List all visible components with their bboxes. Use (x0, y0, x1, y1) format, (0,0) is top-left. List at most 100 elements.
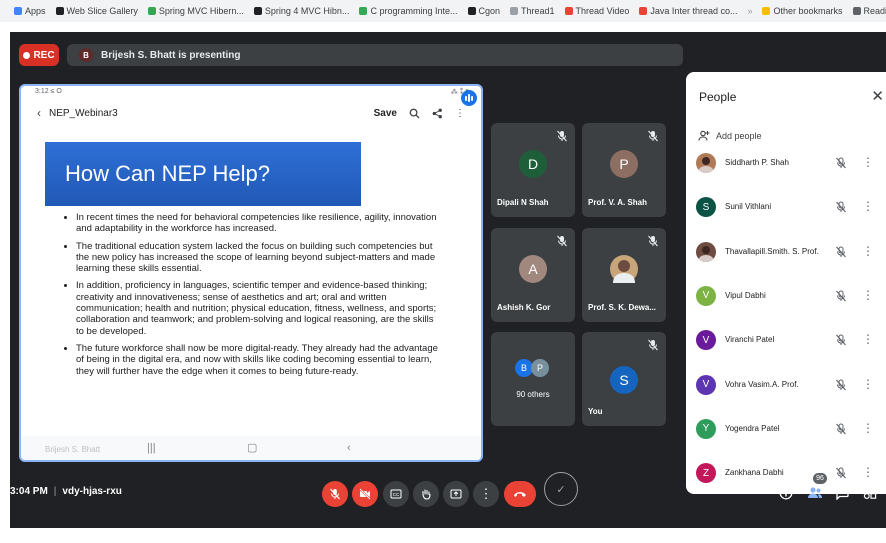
more-vert-icon: ⋮ (479, 486, 493, 501)
taskbar-strip (0, 528, 886, 543)
bookmark-item[interactable]: Spring MVC Hibern... (147, 6, 244, 16)
participant-tile[interactable]: Prof. S. K. Dewa... (582, 228, 666, 322)
bookmark-item[interactable]: C programming Inte... (359, 6, 458, 16)
document-title: NEP_Webinar3 (49, 107, 118, 119)
record-dot-icon (23, 51, 31, 59)
more-options-icon[interactable]: ⋮ (862, 421, 874, 435)
leave-call-button[interactable] (504, 481, 536, 507)
participant-tile[interactable]: P Prof. V. A. Shah (582, 123, 666, 217)
raise-hand-button[interactable] (413, 481, 439, 507)
bookmark-label: C programming Inte... (370, 6, 458, 16)
people-panel: People ✕ Add people Siddharth P. Shah ⋮ S S… (686, 72, 886, 494)
participant-name: Viranchi Patel (725, 335, 775, 345)
present-button[interactable] (443, 481, 469, 507)
meeting-time: 3:04 PM (10, 486, 48, 497)
bookmark-label: Cgon (478, 6, 501, 16)
chat-button[interactable] (834, 485, 850, 501)
participant-row[interactable]: V Viranchi Patel ⋮ (686, 325, 886, 355)
save-button: Save (373, 107, 397, 119)
avatar (610, 255, 638, 283)
mic-toggle-button[interactable] (322, 481, 348, 507)
bookmark-icon (510, 7, 519, 15)
participant-tile[interactable]: D Dipali N Shah (491, 123, 575, 217)
back-nav-icon: ‹ (347, 442, 351, 454)
add-people-button[interactable]: Add people (698, 130, 762, 142)
participant-tile[interactable]: B P 90 others (491, 332, 575, 426)
slide: How Can NEP Help? In recent times the ne… (43, 128, 459, 434)
participant-row[interactable]: Z Zankhana Dabhi ⋮ (686, 458, 886, 488)
shared-screen: 3:12 ≤ O ⁂ ⁑ ▮ ‹ NEP_Webinar3 Save ⋮ How… (19, 84, 483, 462)
avatar: V (696, 285, 716, 306)
participant-row[interactable]: Y Yogendra Patel ⋮ (686, 414, 886, 444)
more-options-icon[interactable]: ⋮ (862, 244, 874, 258)
bookmark-icon (639, 7, 648, 15)
mic-off-icon[interactable] (834, 156, 848, 170)
app-bar: ‹ NEP_Webinar3 Save ⋮ (21, 102, 481, 124)
bookmark-item[interactable]: Spring 4 MVC Hibn... (253, 6, 350, 16)
people-title: People (699, 90, 737, 104)
more-bookmarks-icon[interactable]: » (747, 6, 752, 16)
participant-tile[interactable]: S You (582, 332, 666, 426)
other-bookmarks-button[interactable]: Other bookmarks (762, 6, 843, 16)
recording-badge: REC (19, 44, 59, 66)
more-options-icon[interactable]: ⋮ (862, 288, 874, 302)
mic-off-icon[interactable] (834, 200, 848, 214)
participant-row[interactable]: V Vohra Vasim.A. Prof. ⋮ (686, 370, 886, 400)
activities-button[interactable] (862, 485, 878, 501)
participant-row[interactable]: Siddharth P. Shah ⋮ (686, 148, 886, 178)
mic-off-icon[interactable] (834, 378, 848, 392)
people-button[interactable] (807, 485, 823, 501)
mic-off-icon[interactable] (834, 333, 848, 347)
bookmarks-bar: Apps Web Slice Gallery Spring MVC Hibern..… (0, 0, 886, 22)
more-options-button[interactable]: ⋮ (473, 481, 499, 507)
close-icon[interactable]: ✕ (871, 87, 884, 105)
participant-name: Dipali N Shah (497, 198, 549, 207)
participant-name: Ashish K. Gor (497, 303, 551, 312)
folder-icon (762, 7, 771, 15)
more-options-icon[interactable]: ⋮ (862, 155, 874, 169)
mic-off-icon[interactable] (834, 245, 848, 259)
camera-toggle-button[interactable] (352, 481, 378, 507)
more-options-icon[interactable]: ⋮ (862, 377, 874, 391)
bookmark-item[interactable]: Java Inter thread co... (639, 6, 737, 16)
mic-off-icon[interactable] (834, 422, 848, 436)
bookmark-label: Thread1 (521, 6, 555, 16)
participant-name: Zankhana Dabhi (725, 468, 784, 478)
bookmark-item[interactable]: Thread1 (510, 6, 555, 16)
info-button[interactable] (778, 485, 794, 501)
slide-bullet: In addition, proficiency in languages, s… (76, 280, 443, 336)
bookmark-icon (55, 7, 64, 15)
reading-list-label: Reading list (863, 6, 886, 16)
more-vert-icon: ⋮ (455, 107, 465, 119)
mic-off-icon[interactable] (834, 466, 848, 480)
bookmark-item[interactable]: Thread Video (564, 6, 629, 16)
meet-window: REC B Brijesh S. Bhatt is presenting 3:1… (10, 32, 886, 528)
reading-list-button[interactable]: Reading list (852, 6, 886, 16)
captions-button[interactable]: CC (383, 481, 409, 507)
separator: | (53, 486, 57, 497)
bookmark-label: Java Inter thread co... (650, 6, 738, 16)
avatar: Y (696, 418, 716, 439)
participant-row[interactable]: V Vipul Dabhi ⋮ (686, 281, 886, 311)
more-options-icon[interactable]: ⋮ (862, 465, 874, 479)
bookmark-label: Spring 4 MVC Hibn... (264, 6, 350, 16)
participant-tile[interactable]: A Ashish K. Gor (491, 228, 575, 322)
participant-row[interactable]: Thavallapill.Smith. S. Prof. ⋮ (686, 237, 886, 267)
participant-name: Thavallapill.Smith. S. Prof. (725, 246, 819, 256)
add-people-label: Add people (716, 131, 762, 141)
home-icon: ▢ (247, 442, 258, 454)
avatar: S (610, 366, 638, 394)
more-options-icon[interactable]: ⋮ (862, 199, 874, 213)
mic-off-icon (646, 234, 660, 248)
participant-row[interactable]: S Sunil Vithlani ⋮ (686, 192, 886, 222)
more-options-icon[interactable]: ⋮ (862, 332, 874, 346)
present-icon (450, 489, 462, 499)
bookmark-item[interactable]: Cgon (467, 6, 501, 16)
bookmark-item[interactable]: Web Slice Gallery (55, 6, 138, 16)
check-circle-icon: ✓ (544, 472, 578, 506)
presenting-banner[interactable]: B Brijesh S. Bhatt is presenting (67, 44, 683, 66)
mic-off-icon[interactable] (834, 289, 848, 303)
avatar: A (519, 255, 547, 283)
hang-up-icon (514, 492, 526, 497)
bookmark-item[interactable]: Apps (14, 6, 46, 16)
